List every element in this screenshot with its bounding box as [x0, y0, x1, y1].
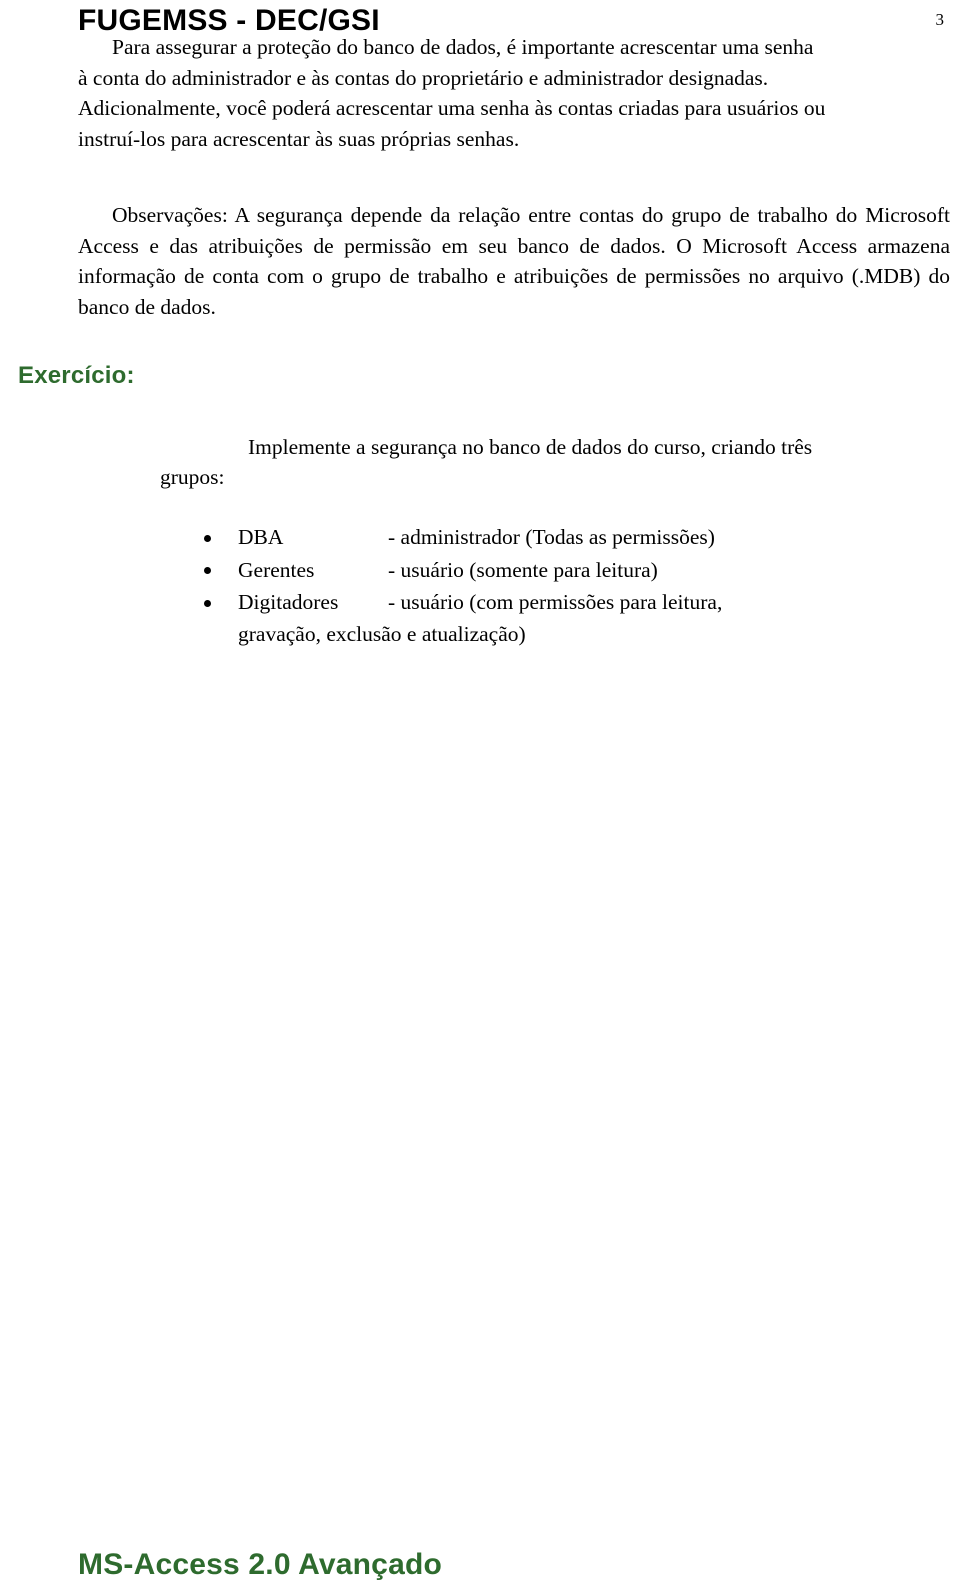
paragraph-observacoes: Observações: A segurança depende da rela… — [78, 203, 950, 319]
paragraph-intro-line-1: Para assegurar a proteção do banco de da… — [112, 35, 814, 59]
page-footer: MS-Access 2.0 Avançado — [78, 1548, 443, 1581]
group-description: - usuário (com permissões para leitura, — [388, 590, 723, 615]
group-name: DBA — [238, 525, 284, 549]
paragraph-intro-line-3: Adicionalmente, você poderá acrescentar … — [78, 96, 826, 121]
group-name: Digitadores — [238, 590, 339, 615]
exercise-intro-label: grupos: — [160, 465, 225, 489]
list-item: Gerentes - usuário (somente para leitura) — [196, 555, 950, 587]
list-item: DBA - administrador (Todas as permissões) — [196, 522, 950, 554]
exercise-intro: Implemente a segurança no banco de dados… — [160, 432, 950, 489]
group-name: Gerentes — [238, 557, 315, 582]
exercise-intro-text: Implemente a segurança no banco de dados… — [248, 435, 813, 459]
paragraph-intro: Para assegurar a proteção do banco de da… — [78, 32, 950, 154]
bullet-dot-icon — [204, 567, 211, 575]
group-description-continued: gravação, exclusão e atualização) — [238, 621, 526, 646]
exercise-heading: Exercício: — [18, 362, 135, 389]
group-description: - administrador (Todas as permissões) — [388, 525, 715, 549]
paragraph-intro-line-4: instruí-los para acrescentar às suas pró… — [78, 126, 520, 151]
document-page: FUGEMSS - DEC/GSI 3 Para assegurar a pro… — [0, 0, 960, 1588]
bullet-dot-icon — [204, 600, 211, 608]
bullet-dot-icon — [204, 534, 211, 542]
paragraph-intro-line-2: à conta do administrador e às contas do … — [78, 65, 769, 90]
page-number: 3 — [935, 10, 945, 29]
group-description: - usuário (somente para leitura) — [388, 557, 658, 582]
list-item: Digitadores - usuário (com permissões par… — [196, 587, 950, 650]
exercise-group-list: DBA - administrador (Todas as permissões)… — [196, 522, 950, 651]
